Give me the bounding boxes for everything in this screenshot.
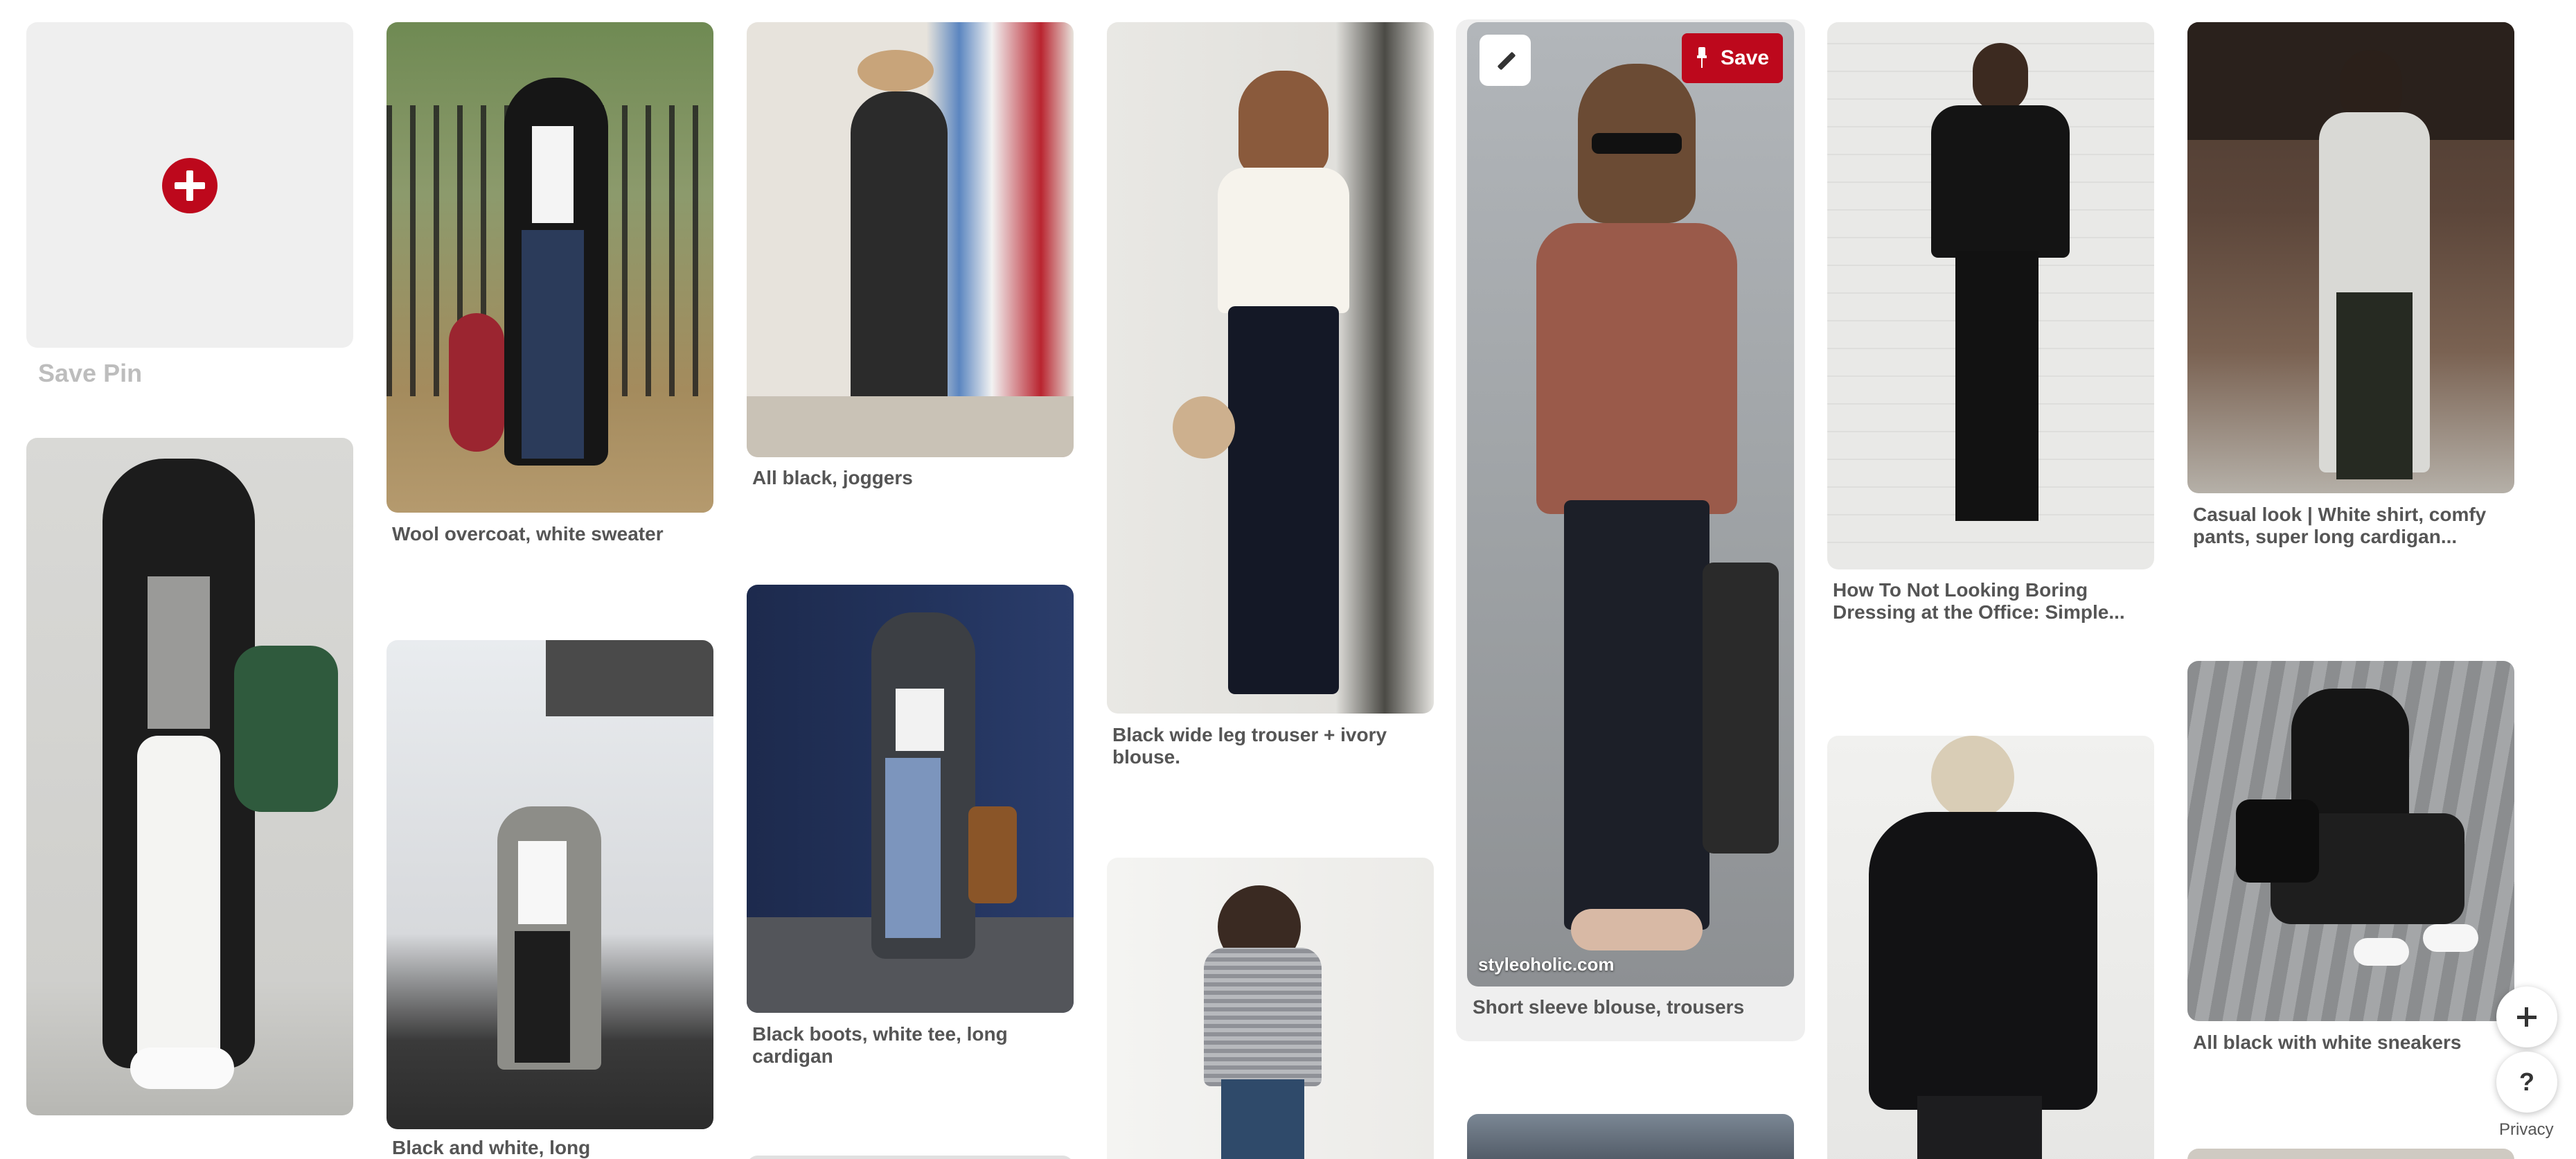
help-icon: ?	[2519, 1068, 2534, 1096]
pin-image-casual-look[interactable]	[2187, 22, 2514, 493]
pin-image-striped-top[interactable]	[1107, 858, 1434, 1159]
pin-image-office-outfit[interactable]	[1827, 22, 2154, 569]
save-pin-tile[interactable]	[26, 22, 353, 348]
pin-image-black-white-sneakers[interactable]	[2187, 661, 2514, 1021]
pin-image-partial[interactable]	[1467, 1114, 1794, 1159]
pin-caption: Wool overcoat, white sweater	[392, 523, 664, 545]
save-pin-label: Save Pin	[38, 359, 143, 387]
create-pin-button[interactable]	[2496, 987, 2557, 1047]
pin-image-short-sleeve-blouse[interactable]: Save styleoholic.com	[1467, 22, 1794, 987]
help-button[interactable]: ?	[2496, 1052, 2557, 1113]
pin-image-partial[interactable]	[747, 1156, 1074, 1159]
pin-caption: All black, joggers	[752, 467, 913, 488]
save-button[interactable]: Save	[1682, 33, 1783, 83]
pin-image-black-coat[interactable]	[26, 438, 353, 1115]
pin-image-all-black-joggers[interactable]	[747, 22, 1074, 457]
add-pin-icon[interactable]	[162, 158, 217, 213]
pencil-icon	[1497, 51, 1516, 71]
pin-image-black-and-white[interactable]	[387, 640, 713, 1129]
pin-image-black-sweater[interactable]	[1827, 736, 2154, 1159]
pin-image-partial[interactable]	[2187, 1149, 2514, 1159]
pin-caption: Black boots, white tee, long cardigan	[752, 1023, 1008, 1067]
pin-caption: Casual look | White shirt, comfy pants, …	[2193, 504, 2487, 547]
privacy-link[interactable]: Privacy	[2499, 1120, 2554, 1140]
pin-caption: How To Not Looking Boring Dressing at th…	[1833, 579, 2125, 623]
pin-icon	[1697, 47, 1707, 68]
pin-caption: Short sleeve blouse, trousers	[1473, 996, 1745, 1018]
edit-pin-button[interactable]	[1480, 35, 1531, 86]
pin-image-black-boots[interactable]	[747, 585, 1074, 1013]
pin-image-wool-overcoat[interactable]	[387, 22, 713, 513]
pin-source-link[interactable]: styleoholic.com	[1478, 954, 1615, 975]
save-button-label: Save	[1721, 46, 1770, 69]
pin-image-wide-leg-trouser[interactable]	[1107, 22, 1434, 714]
pin-caption: Black wide leg trouser + ivory blouse.	[1112, 724, 1387, 768]
pin-caption: Black and white, long	[392, 1137, 591, 1158]
pin-caption: All black with white sneakers	[2193, 1032, 2462, 1053]
